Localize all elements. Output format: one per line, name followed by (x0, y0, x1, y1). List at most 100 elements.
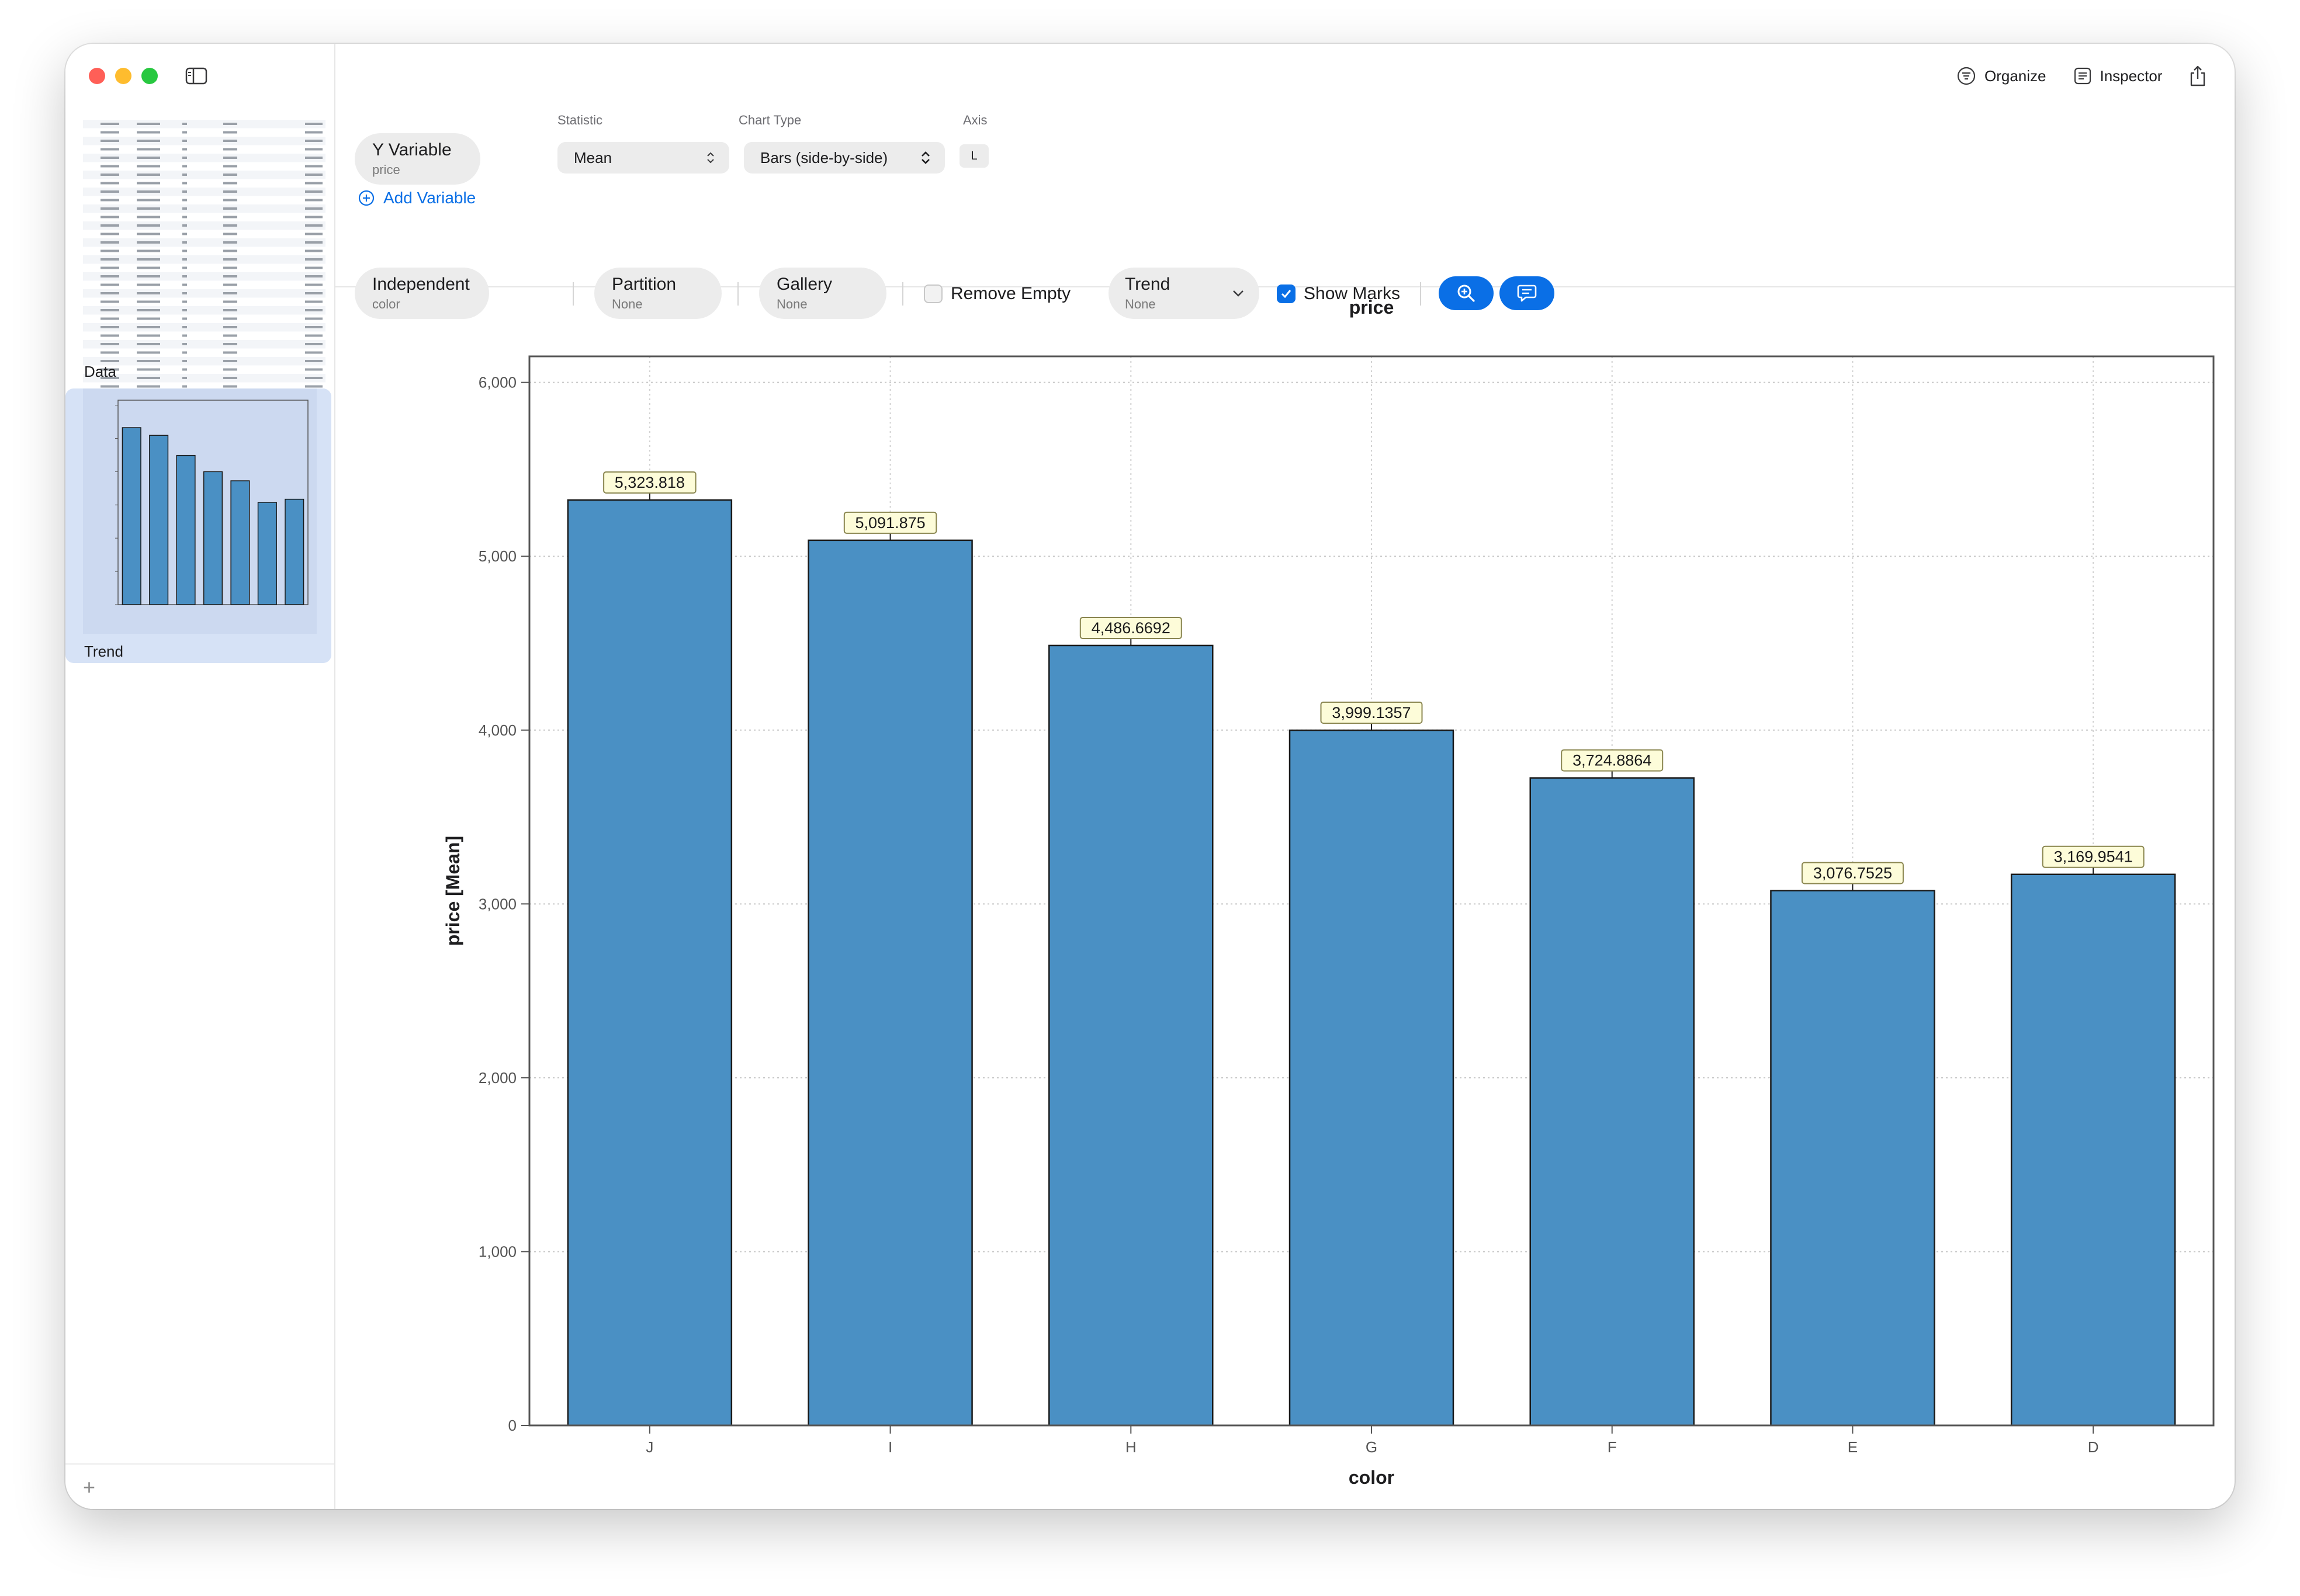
add-page-button[interactable]: + (83, 1475, 95, 1500)
bar[interactable] (808, 539, 973, 1427)
table-row (83, 171, 325, 179)
table-cell (223, 368, 237, 371)
table-cell (305, 309, 323, 311)
table-cell (223, 157, 237, 159)
chart-canvas[interactable]: price 0 1,000 2,000 3,000 4,000 5,000 6,000 5,32… (334, 287, 2235, 1509)
table-cell (182, 224, 187, 227)
table-cell (182, 292, 187, 294)
bar[interactable] (1048, 644, 1214, 1427)
table-cell (137, 123, 160, 125)
sidebar-toggle-button[interactable] (179, 60, 213, 92)
table-cell (137, 334, 160, 337)
table-cell (305, 385, 323, 388)
table-cell (305, 123, 323, 125)
table-cell (137, 233, 160, 235)
y-tick-label: 3,000 (479, 895, 517, 913)
table-cell (101, 258, 119, 261)
sidebar-item-data-thumbnail[interactable] (83, 114, 325, 403)
table-cell (101, 131, 119, 134)
table-cell (137, 190, 160, 193)
table-cell (137, 326, 160, 328)
table-cell (182, 377, 187, 379)
table-cell (305, 300, 323, 303)
table-cell (223, 165, 237, 168)
table-cell (101, 385, 119, 388)
table-cell (101, 351, 119, 354)
table-row (83, 357, 325, 366)
table-row (83, 145, 325, 154)
table-cell (305, 334, 323, 337)
data-label: 3,076.7525 (1813, 864, 1892, 882)
controls-row-2: Partition None Gallery None Remove Empty… (334, 44, 2235, 319)
x-tick-label: I (888, 1438, 892, 1456)
table-row (83, 255, 325, 264)
x-tick-label: G (1366, 1438, 1377, 1456)
table-cell (182, 207, 187, 210)
mini-bar (122, 427, 141, 605)
bar-chart[interactable]: price 0 1,000 2,000 3,000 4,000 5,000 6,000 5,32… (334, 287, 2235, 1509)
table-cell (182, 249, 187, 252)
table-cell (305, 233, 323, 235)
table-cell (305, 216, 323, 218)
sidebar-item-data-label[interactable]: Data (84, 363, 116, 381)
table-cell (182, 216, 187, 218)
table-cell (182, 182, 187, 185)
table-cell (101, 275, 119, 277)
table-cell (305, 258, 323, 261)
table-cell (101, 334, 119, 337)
table-cell (101, 148, 119, 151)
table-cell (223, 207, 237, 210)
close-window-button[interactable] (89, 68, 105, 84)
table-cell (182, 199, 187, 202)
table-row (83, 247, 325, 255)
data-label: 3,999.1357 (1332, 704, 1411, 721)
table-cell (223, 266, 237, 269)
table-cell (223, 148, 237, 151)
table-cell (137, 207, 160, 210)
table-cell (223, 300, 237, 303)
table-cell (101, 157, 119, 159)
table-cell (305, 317, 323, 320)
table-cell (137, 199, 160, 202)
bar[interactable] (1529, 777, 1695, 1427)
mini-bar (203, 471, 223, 605)
table-cell (305, 182, 323, 185)
table-cell (182, 283, 187, 286)
table-cell (223, 360, 237, 362)
table-cell (305, 190, 323, 193)
y-tick-label: 0 (508, 1417, 517, 1434)
table-cell (223, 182, 237, 185)
bar[interactable] (2010, 873, 2176, 1427)
table-cell (182, 360, 187, 362)
table-cell (137, 131, 160, 134)
bar[interactable] (1770, 890, 1935, 1427)
table-cell (182, 233, 187, 235)
table-cell (101, 224, 119, 227)
table-cell (223, 224, 237, 227)
table-cell (101, 326, 119, 328)
table-cell (101, 360, 119, 362)
table-cell (182, 334, 187, 337)
table-cell (223, 241, 237, 244)
table-cell (101, 266, 119, 269)
mini-bar (257, 502, 277, 605)
bar[interactable] (1288, 729, 1454, 1427)
table-row (83, 374, 325, 383)
table-row (83, 348, 325, 357)
table-row (83, 188, 325, 196)
table-cell (223, 309, 237, 311)
table-cell (137, 174, 160, 176)
table-cell (101, 292, 119, 294)
bar[interactable] (567, 499, 733, 1427)
sidebar-item-trend[interactable]: Trend (65, 388, 331, 663)
zoom-window-button[interactable] (141, 68, 158, 84)
table-cell (182, 190, 187, 193)
minimize-window-button[interactable] (115, 68, 131, 84)
table-cell (182, 275, 187, 277)
table-row (83, 289, 325, 298)
table-cell (101, 233, 119, 235)
table-cell (305, 199, 323, 202)
table-cell (182, 165, 187, 168)
table-row (83, 340, 325, 349)
table-cell (182, 148, 187, 151)
